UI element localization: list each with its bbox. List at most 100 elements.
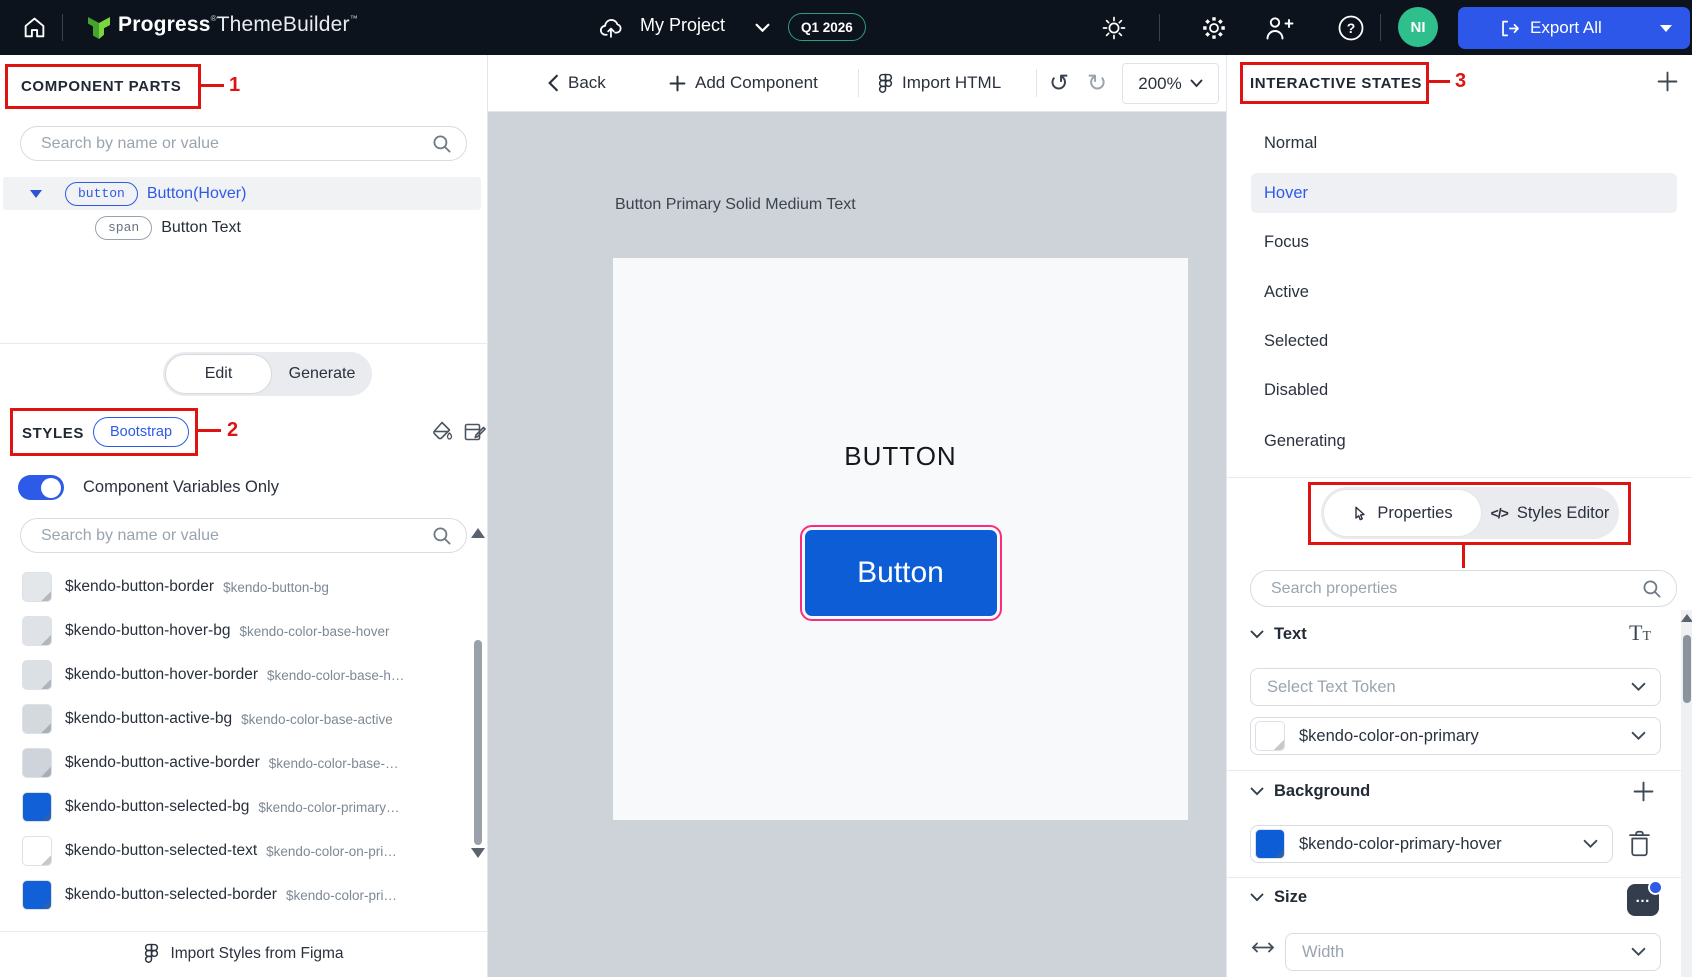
import-styles-figma-button[interactable]: Import Styles from Figma: [0, 943, 488, 964]
tag-pill-span: span: [95, 216, 152, 240]
state-disabled[interactable]: Disabled: [1251, 370, 1677, 410]
expander-chevron-icon[interactable]: [30, 190, 42, 198]
interactive-states-heading: INTERACTIVE STATES: [1250, 75, 1422, 92]
state-generating[interactable]: Generating: [1251, 421, 1677, 461]
edit-generate-switch: Edit Generate: [163, 352, 372, 396]
variable-row[interactable]: $kendo-button-active-bg$kendo-color-base…: [22, 701, 404, 737]
progress-logo-icon[interactable]: [86, 13, 112, 43]
tree-item-button-text[interactable]: span Button Text: [3, 211, 481, 244]
import-html-button[interactable]: Import HTML: [878, 55, 1001, 111]
background-color-select[interactable]: $kendo-color-primary-hover: [1250, 825, 1613, 863]
design-canvas[interactable]: Button Primary Solid Medium Text BUTTON …: [488, 112, 1226, 977]
avatar[interactable]: NI: [1398, 7, 1438, 47]
chevron-down-icon: [1631, 731, 1646, 741]
styles-framework-badge[interactable]: Bootstrap: [93, 417, 189, 447]
variable-row[interactable]: $kendo-button-active-border$kendo-color-…: [22, 745, 404, 781]
search-icon: [432, 526, 452, 546]
variable-row[interactable]: $kendo-button-border$kendo-button-bg: [22, 569, 404, 605]
preview-button-selected[interactable]: Button: [805, 530, 997, 616]
add-background-icon[interactable]: [1633, 781, 1654, 802]
figma-icon: [144, 943, 159, 964]
invite-user-icon[interactable]: [1263, 13, 1295, 43]
export-caret-icon[interactable]: [1660, 25, 1672, 32]
properties-styles-switch: Properties </> Styles Editor: [1321, 487, 1619, 539]
settings-gear-icon[interactable]: [1199, 13, 1229, 43]
toggle-label: Component Variables Only: [83, 478, 279, 497]
palette-icon[interactable]: [462, 419, 487, 444]
chevron-down-icon: [1631, 947, 1646, 957]
variable-row[interactable]: $kendo-button-hover-border$kendo-color-b…: [22, 657, 404, 693]
text-token-select[interactable]: Select Text Token: [1250, 668, 1661, 706]
chevron-down-icon[interactable]: [755, 23, 770, 33]
annotation-line-2: [198, 429, 221, 432]
component-variables-toggle[interactable]: [18, 475, 64, 500]
width-select[interactable]: Width: [1285, 933, 1661, 971]
color-swatch[interactable]: [22, 704, 52, 734]
paint-bucket-icon[interactable]: [430, 419, 455, 444]
project-name[interactable]: My Project: [640, 15, 725, 36]
state-focus[interactable]: Focus: [1251, 222, 1677, 262]
add-component-button[interactable]: Add Component: [669, 55, 818, 111]
import-styles-figma-label: Import Styles from Figma: [170, 945, 343, 963]
export-all-button[interactable]: Export All: [1458, 7, 1690, 49]
color-swatch[interactable]: [22, 572, 52, 602]
color-swatch[interactable]: [22, 748, 52, 778]
tab-edit[interactable]: Edit: [165, 354, 272, 394]
color-swatch[interactable]: [22, 836, 52, 866]
divider: [858, 69, 859, 97]
state-active[interactable]: Active: [1251, 272, 1677, 312]
zoom-level-select[interactable]: 200%: [1122, 63, 1219, 104]
tab-generate[interactable]: Generate: [272, 365, 372, 383]
scroll-down-arrow[interactable]: [471, 848, 485, 858]
component-parts-panel: COMPONENT PARTS 1 button Button(Hover) s…: [0, 55, 488, 977]
background-section-header[interactable]: Background: [1250, 782, 1370, 801]
variable-row[interactable]: $kendo-button-hover-bg$kendo-color-base-…: [22, 613, 404, 649]
back-button[interactable]: Back: [548, 55, 606, 111]
tab-properties[interactable]: Properties: [1324, 490, 1481, 536]
tab-styles-editor[interactable]: </> Styles Editor: [1481, 504, 1619, 523]
color-swatch[interactable]: [22, 616, 52, 646]
code-icon: </>: [1491, 505, 1508, 521]
delete-background-icon[interactable]: [1626, 829, 1653, 858]
styles-heading: STYLES: [22, 425, 84, 442]
variable-row[interactable]: $kendo-button-selected-text$kendo-color-…: [22, 833, 404, 869]
divider: [0, 343, 488, 344]
scrollbar-thumb[interactable]: [1683, 635, 1691, 703]
properties-search-input[interactable]: [1269, 579, 1642, 599]
tree-item-button-hover[interactable]: button Button(Hover): [3, 177, 481, 210]
styles-search-input[interactable]: [39, 526, 432, 546]
component-search-field[interactable]: [20, 126, 467, 161]
variable-row[interactable]: $kendo-button-selected-bg$kendo-color-pr…: [22, 789, 404, 825]
panel-scrollbar[interactable]: [1681, 610, 1692, 977]
undo-icon[interactable]: ↺: [1049, 55, 1069, 111]
chevron-down-icon: [1631, 682, 1646, 692]
home-icon[interactable]: [22, 15, 47, 40]
scrollbar-thumb[interactable]: [474, 640, 482, 845]
export-all-label: Export All: [1530, 18, 1602, 38]
redo-icon[interactable]: ↻: [1087, 55, 1107, 111]
component-search-input[interactable]: [39, 134, 432, 154]
annotation-line-4: [1462, 545, 1465, 568]
help-icon[interactable]: ?: [1336, 13, 1366, 43]
artboard[interactable]: BUTTON Button: [613, 258, 1188, 820]
add-state-icon[interactable]: [1657, 71, 1678, 92]
variable-row[interactable]: $kendo-button-selected-border$kendo-colo…: [22, 877, 404, 913]
typography-icon[interactable]: TT: [1629, 620, 1651, 646]
project-version-badge: Q1 2026: [788, 13, 866, 41]
properties-search-field[interactable]: [1250, 570, 1677, 607]
state-hover[interactable]: Hover: [1251, 173, 1677, 213]
color-swatch[interactable]: [22, 660, 52, 690]
color-swatch[interactable]: [22, 792, 52, 822]
theme-toggle-sun-icon[interactable]: [1100, 14, 1128, 42]
size-options-button[interactable]: …: [1627, 884, 1659, 916]
state-normal[interactable]: Normal: [1251, 123, 1677, 163]
scroll-up-arrow[interactable]: [471, 528, 485, 538]
scroll-up-arrow[interactable]: [1681, 614, 1692, 622]
size-section-header[interactable]: Size: [1250, 888, 1307, 907]
color-swatch[interactable]: [22, 880, 52, 910]
state-selected[interactable]: Selected: [1251, 321, 1677, 361]
chevron-down-icon: [1250, 787, 1264, 796]
text-section-header[interactable]: Text: [1250, 625, 1307, 644]
text-color-select[interactable]: $kendo-color-on-primary: [1250, 717, 1661, 755]
styles-search-field[interactable]: [20, 518, 467, 553]
